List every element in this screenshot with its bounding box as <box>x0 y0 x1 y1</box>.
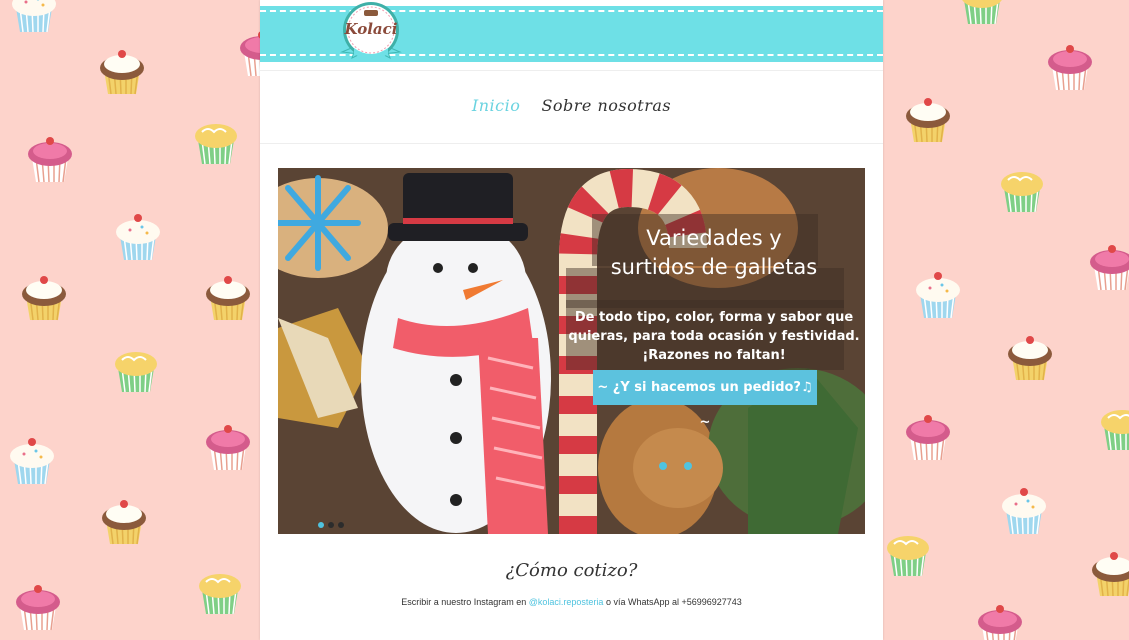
caption-text: De todo tipo, color, forma y sabor que q… <box>566 308 862 365</box>
hero-slider[interactable]: Variedades y surtidos de galletas De tod… <box>278 168 865 534</box>
caption-text-line3: ¡Razones no faltan! <box>642 348 786 363</box>
quote-title: ¿Cómo cotizo? <box>505 560 638 581</box>
slider-dot-2[interactable] <box>328 522 334 528</box>
caption-title-line2: surtidos de galletas <box>610 255 818 279</box>
slide-caption: Variedades y surtidos de galletas De tod… <box>278 168 865 534</box>
nav-item-inicio[interactable]: Inicio <box>472 96 520 115</box>
nav-item-sobre-nosotras[interactable]: Sobre nosotras <box>541 96 671 115</box>
page-container: Kolaci Inicio Sobre nosotras Variedades … <box>260 0 883 640</box>
slider-dot-1[interactable] <box>318 522 324 528</box>
slider-dot-3[interactable] <box>338 522 344 528</box>
nav-divider <box>260 143 883 144</box>
order-button[interactable]: ~ ¿Y si hacemos un pedido?♫ ~ <box>593 370 817 430</box>
caption-title: Variedades y surtidos de galletas <box>566 224 862 282</box>
header-divider <box>260 70 883 71</box>
slider-dots <box>318 515 348 533</box>
main-nav: Inicio Sobre nosotras <box>260 96 883 115</box>
logo-text: Kolaci <box>344 20 398 38</box>
instagram-link[interactable]: @kolaci.reposteria <box>529 597 604 607</box>
kolaci-logo[interactable]: Kolaci <box>338 0 404 68</box>
contact-text-before: Escribir a nuestro Instagram en <box>401 597 529 607</box>
contact-text-after: o vía WhatsApp al +56996927743 <box>603 597 742 607</box>
caption-text-line2: quieras, para toda ocasión y festividad. <box>568 329 860 344</box>
caption-title-line1: Variedades y <box>646 226 782 250</box>
quote-contact-text: Escribir a nuestro Instagram en @kolaci.… <box>260 597 883 607</box>
caption-text-line1: De todo tipo, color, forma y sabor que <box>574 310 854 325</box>
